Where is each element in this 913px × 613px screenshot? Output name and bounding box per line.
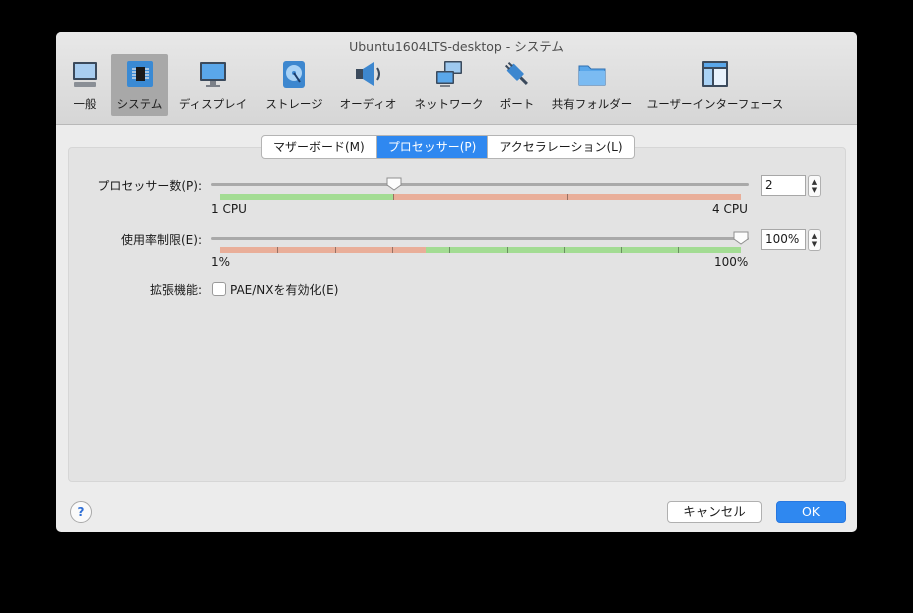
cpu-scale-tick xyxy=(393,194,395,200)
toolbar: Ubuntu1604LTS-desktop - システム 一般 システム ディス… xyxy=(56,32,857,125)
exec-scale-tick xyxy=(506,247,508,253)
exec-scale-tick xyxy=(277,247,279,253)
tab-bar: マザーボード(M) プロセッサー(P) アクセラレーション(L) xyxy=(261,135,635,159)
tab-processor[interactable]: プロセッサー(P) xyxy=(376,136,489,158)
cpu-count-slider-track[interactable] xyxy=(211,183,749,186)
toolbar-item-label: システム xyxy=(116,97,163,111)
tab-acceleration[interactable]: アクセラレーション(L) xyxy=(488,136,633,158)
cpu-count-label: プロセッサー数(P): xyxy=(97,179,202,193)
cpu-count-scale xyxy=(220,194,741,200)
cpu-max-label: 4 CPU xyxy=(712,202,748,216)
exec-scale-green-zone xyxy=(425,247,741,253)
exec-scale-tick xyxy=(334,247,336,253)
chevron-down-icon[interactable]: ▼ xyxy=(812,240,817,248)
cpu-min-label: 1 CPU xyxy=(211,202,247,216)
toolbar-item-label: ポート xyxy=(499,97,535,111)
tab-motherboard[interactable]: マザーボード(M) xyxy=(262,136,377,158)
toolbar-item-label: ユーザーインターフェース xyxy=(646,97,784,111)
cpu-scale-tick xyxy=(566,194,568,200)
toolbar-item-general[interactable]: 一般 xyxy=(66,54,104,116)
extended-features-label: 拡張機能: xyxy=(149,283,202,297)
toolbar-item-label: ディスプレイ xyxy=(178,97,248,111)
exec-scale-red-zone xyxy=(220,247,426,253)
cpu-count-input[interactable]: 2 xyxy=(761,175,806,196)
cpu-scale-green-zone xyxy=(220,194,394,200)
toolbar-item-ports[interactable]: ポート xyxy=(497,54,537,116)
exec-cap-input[interactable]: 100% xyxy=(761,229,806,250)
exec-scale-tick xyxy=(621,247,623,253)
toolbar-item-label: オーディオ xyxy=(339,97,397,111)
exec-cap-slider-thumb[interactable] xyxy=(733,231,749,245)
port-plug-icon xyxy=(504,61,528,85)
display-icon xyxy=(200,62,226,87)
toolbar-item-display[interactable]: ディスプレイ xyxy=(176,54,250,116)
exec-scale-tick xyxy=(391,247,393,253)
chevron-down-icon[interactable]: ▼ xyxy=(812,186,817,194)
cpu-count-stepper[interactable]: ▲ ▼ xyxy=(808,175,821,197)
chip-system-icon xyxy=(126,61,153,87)
toolbar-item-storage[interactable]: ストレージ xyxy=(262,54,326,116)
exec-cap-scale xyxy=(220,247,741,253)
chevron-up-icon[interactable]: ▲ xyxy=(812,178,817,186)
toolbar-item-label: ネットワーク xyxy=(414,97,484,111)
toolbar-item-label: 共有フォルダー xyxy=(551,97,633,111)
shared-folder-icon xyxy=(578,65,606,86)
toolbar-item-audio[interactable]: オーディオ xyxy=(337,54,399,116)
pae-nx-checkbox[interactable] xyxy=(212,282,226,296)
settings-window: Ubuntu1604LTS-desktop - システム 一般 システム ディス… xyxy=(56,32,857,532)
exec-cap-max-label: 100% xyxy=(714,255,749,269)
toolbar-item-system[interactable]: システム xyxy=(111,54,168,116)
exec-scale-tick xyxy=(563,247,565,253)
cancel-button[interactable]: キャンセル xyxy=(667,501,762,523)
exec-scale-tick xyxy=(678,247,680,253)
monitor-general-icon xyxy=(73,62,97,87)
exec-cap-stepper[interactable]: ▲ ▼ xyxy=(808,229,821,251)
toolbar-item-shared-folders[interactable]: 共有フォルダー xyxy=(552,54,632,116)
help-button[interactable]: ? xyxy=(70,501,92,523)
ok-button[interactable]: OK xyxy=(776,501,846,523)
toolbar-item-user-interface[interactable]: ユーザーインターフェース xyxy=(646,54,784,116)
toolbar-item-label: 一般 xyxy=(73,97,97,111)
speaker-audio-icon xyxy=(356,62,380,86)
toolbar-item-label: ストレージ xyxy=(265,97,323,111)
pae-nx-label[interactable]: PAE/NXを有効化(E) xyxy=(230,281,338,298)
chevron-up-icon[interactable]: ▲ xyxy=(812,232,817,240)
user-interface-icon xyxy=(702,61,728,87)
storage-disk-icon xyxy=(283,61,305,88)
window-title: Ubuntu1604LTS-desktop - システム xyxy=(349,39,564,54)
cpu-count-slider-thumb[interactable] xyxy=(386,177,402,191)
network-icon xyxy=(436,61,462,87)
exec-cap-min-label: 1% xyxy=(211,255,231,269)
exec-cap-label: 使用率制限(E): xyxy=(121,233,202,247)
toolbar-item-network[interactable]: ネットワーク xyxy=(412,54,486,116)
exec-cap-slider-track[interactable] xyxy=(211,237,749,240)
exec-scale-tick xyxy=(449,247,451,253)
